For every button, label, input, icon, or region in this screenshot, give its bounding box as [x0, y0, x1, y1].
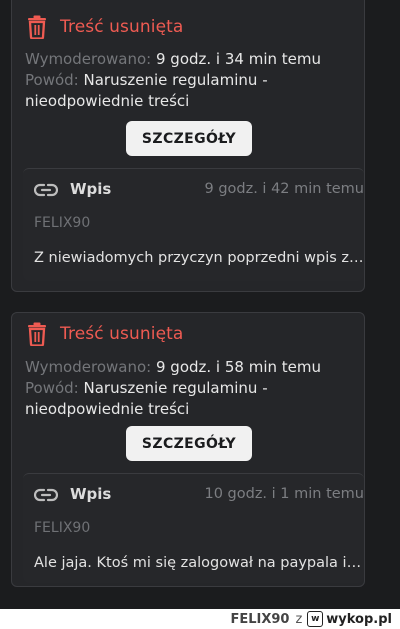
reason-label: Powód:: [25, 379, 79, 397]
footer-brand: wykop.pl: [326, 611, 392, 627]
reason-info: Powód: Naruszenie regulaminu - nieodpowi…: [25, 378, 325, 420]
link-icon: [34, 183, 58, 197]
reason-text-line2: nieodpowiednie treści: [25, 92, 190, 110]
entry-author[interactable]: FELIX90: [34, 520, 90, 536]
moderated-info: Wymoderowano: 9 godz. i 58 min temu: [25, 357, 325, 378]
details-button[interactable]: SZCZEGÓŁY: [126, 121, 252, 156]
reason-text-line1: Naruszenie regulaminu -: [83, 379, 268, 397]
entry-author[interactable]: FELIX90: [34, 215, 90, 231]
details-button[interactable]: SZCZEGÓŁY: [126, 426, 252, 461]
moderation-card: Treść usunięta Wymoderowano: 9 godz. i 5…: [11, 312, 365, 587]
footer-separator: z: [295, 611, 303, 627]
moderated-label: Wymoderowano:: [25, 358, 152, 376]
entry-preview[interactable]: Wpis 10 godz. i 1 min temu FELIX90 Ale j…: [23, 473, 364, 583]
entry-time: 10 godz. i 1 min temu: [204, 486, 364, 502]
entry-type: Wpis: [70, 485, 112, 503]
entry-time: 9 godz. i 42 min temu: [204, 181, 364, 197]
moderation-title: Treść usunięta: [60, 17, 184, 37]
moderated-time: 9 godz. i 34 min temu: [155, 50, 321, 68]
entry-preview[interactable]: Wpis 9 godz. i 42 min temu FELIX90 Z nie…: [23, 168, 364, 281]
reason-label: Powód:: [25, 71, 79, 89]
moderated-time: 9 godz. i 58 min temu: [155, 358, 321, 376]
wykop-logo-icon: w: [307, 611, 324, 627]
moderation-header: Treść usunięta: [26, 15, 183, 39]
reason-text-line1: Naruszenie regulaminu -: [83, 71, 268, 89]
moderation-title: Treść usunięta: [60, 324, 184, 344]
moderation-card: Treść usunięta Wymoderowano: 9 godz. i 3…: [11, 0, 365, 292]
moderation-screen: Treść usunięta Wymoderowano: 9 godz. i 3…: [0, 0, 400, 609]
link-icon: [34, 488, 58, 502]
entry-type: Wpis: [70, 180, 112, 198]
reason-info: Powód: Naruszenie regulaminu - nieodpowi…: [25, 70, 325, 112]
trash-icon: [28, 322, 46, 346]
moderation-header: Treść usunięta: [26, 322, 183, 346]
trash-icon: [28, 15, 46, 39]
moderated-info: Wymoderowano: 9 godz. i 34 min temu: [25, 49, 325, 70]
reason-text-line2: nieodpowiednie treści: [25, 400, 190, 418]
entry-text: Ale jaja. Ktoś mi się zalogował na paypa…: [34, 555, 364, 571]
entry-text: Z niewiadomych przyczyn poprzedni wpis z…: [34, 250, 364, 266]
moderated-label: Wymoderowano:: [25, 50, 152, 68]
watermark-footer: FELIX90 z w wykop.pl: [0, 609, 400, 629]
footer-author: FELIX90: [230, 611, 290, 627]
